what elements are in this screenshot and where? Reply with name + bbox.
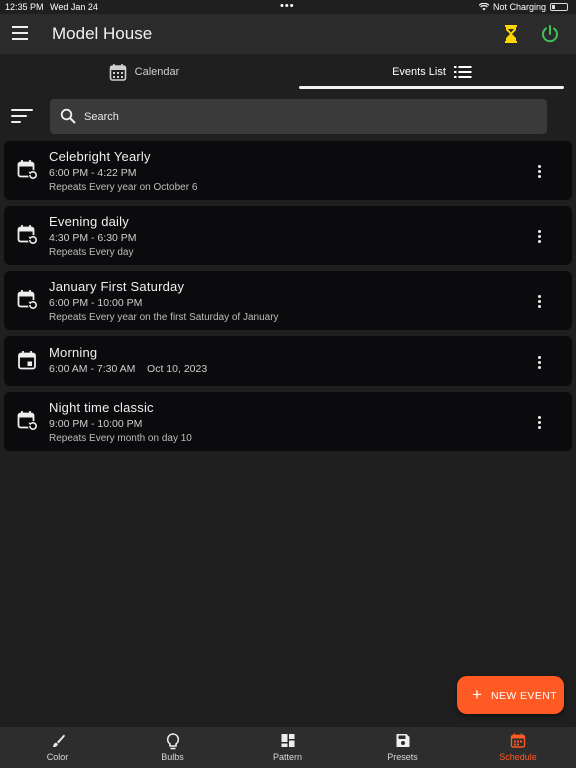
multitasking-dots[interactable]: ••• [280, 0, 295, 12]
nav-schedule-label: Schedule [499, 752, 537, 762]
calendar-repeat-icon [17, 411, 38, 431]
calendar-icon [510, 733, 526, 748]
nav-presets-label: Presets [387, 752, 418, 762]
new-event-button[interactable]: + NEW EVENT [457, 676, 564, 714]
nav-bulbs[interactable]: Bulbs [115, 727, 230, 768]
status-right: Not Charging [478, 2, 568, 12]
wifi-icon [478, 3, 489, 11]
status-date: Wed Jan 24 [50, 2, 98, 12]
search-input[interactable]: Search [84, 111, 119, 123]
calendar-repeat-icon [17, 160, 38, 180]
event-time: 4:30 PM - 6:30 PM [49, 232, 137, 244]
plus-icon: + [472, 685, 482, 704]
nav-pattern[interactable]: Pattern [230, 727, 345, 768]
tab-indicator [299, 86, 564, 89]
hourglass-icon[interactable] [502, 24, 520, 44]
battery-icon [550, 3, 568, 11]
nav-pattern-label: Pattern [272, 752, 303, 762]
more-options-icon[interactable] [538, 356, 542, 371]
nav-bulbs-label: Bulbs [161, 752, 184, 762]
nav-presets[interactable]: Presets [345, 727, 460, 768]
new-event-label: NEW EVENT [491, 690, 558, 702]
event-item[interactable]: Night time classic 9:00 PM - 10:00 PM Re… [4, 392, 572, 451]
event-time: 6:00 PM - 4:22 PM [49, 167, 137, 179]
event-time: 9:00 PM - 10:00 PM [49, 418, 143, 430]
event-item[interactable]: Morning 6:00 AM - 7:30 AM Oct 10, 2023 [4, 336, 572, 386]
event-item[interactable]: Evening daily 4:30 PM - 6:30 PM Repeats … [4, 206, 572, 265]
calendar-repeat-icon [17, 290, 38, 310]
app-bar: Model House [0, 14, 576, 54]
event-repeat: Repeats Every month on day 10 [49, 433, 192, 444]
nav-schedule[interactable]: Schedule [460, 727, 576, 768]
search-icon [60, 108, 76, 124]
status-time: 12:35 PM [5, 2, 44, 12]
more-options-icon[interactable] [538, 165, 542, 180]
charging-status: Not Charging [492, 2, 546, 12]
tab-calendar[interactable]: Calendar [0, 54, 288, 90]
event-title: January First Saturday [49, 279, 185, 294]
lightbulb-icon [166, 733, 179, 750]
menu-icon[interactable] [12, 26, 28, 40]
bottom-nav: Color Bulbs Pattern Presets Schedule [0, 727, 576, 768]
more-options-icon[interactable] [538, 230, 542, 245]
search-bar[interactable]: Search [50, 99, 547, 134]
save-icon [396, 734, 409, 747]
event-item[interactable]: Celebright Yearly 6:00 PM - 4:22 PM Repe… [4, 141, 572, 200]
more-options-icon[interactable] [538, 295, 542, 310]
tab-events-list[interactable]: Events List [288, 54, 576, 90]
event-time: 6:00 PM - 10:00 PM [49, 297, 143, 309]
pattern-grid-icon [281, 734, 294, 747]
event-title: Morning [49, 345, 98, 360]
event-repeat: Repeats Every year on the first Saturday… [49, 312, 279, 323]
calendar-repeat-icon [17, 225, 38, 245]
event-repeat: Repeats Every year on October 6 [49, 182, 198, 193]
nav-color-label: Color [46, 752, 69, 762]
list-icon [453, 66, 472, 78]
nav-color[interactable]: Color [0, 727, 115, 768]
calendar-icon [109, 64, 126, 81]
tab-calendar-label: Calendar [134, 66, 180, 78]
event-item[interactable]: January First Saturday 6:00 PM - 10:00 P… [4, 271, 572, 330]
brush-icon [52, 734, 65, 747]
event-title: Evening daily [49, 214, 129, 229]
event-title: Celebright Yearly [49, 149, 151, 164]
event-time: 6:00 AM - 7:30 AM Oct 10, 2023 [49, 363, 208, 375]
tab-events-list-label: Events List [392, 66, 446, 78]
event-repeat: Repeats Every day [49, 247, 134, 258]
calendar-event-icon [18, 351, 36, 370]
page-title: Model House [52, 24, 153, 43]
more-options-icon[interactable] [538, 416, 542, 431]
power-icon[interactable] [540, 24, 560, 44]
sort-icon[interactable] [11, 109, 33, 125]
status-bar: 12:35 PM Wed Jan 24 ••• Not Charging [0, 0, 576, 14]
event-title: Night time classic [49, 400, 154, 415]
tab-bar: Calendar Events List [0, 54, 576, 90]
